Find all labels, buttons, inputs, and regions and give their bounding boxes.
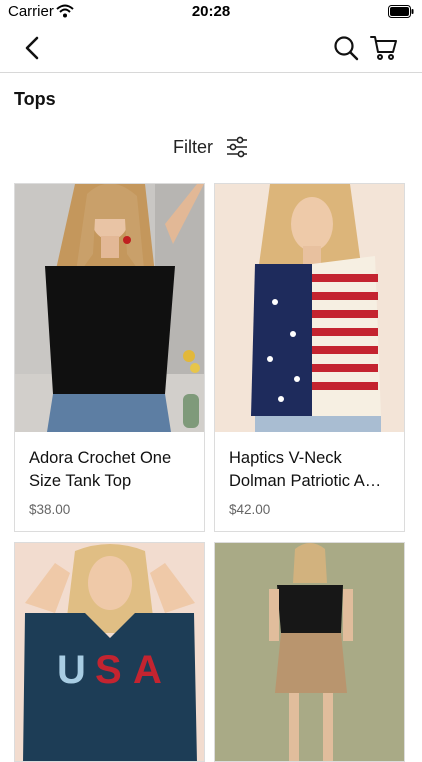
chevron-left-icon [25,36,39,60]
product-image [15,184,204,432]
product-price: $38.00 [29,502,71,517]
status-bar: Carrier 20:28 [0,0,422,24]
product-card[interactable]: U S A [14,542,205,762]
filter-button[interactable]: Filter [0,130,422,164]
svg-text:U: U [57,648,86,692]
filter-label: Filter [173,136,213,157]
product-card[interactable]: Adora Crochet One Size Tank Top $38.00 [14,183,205,532]
product-image: U S A [15,543,204,761]
product-price: $42.00 [229,502,271,517]
product-image [215,184,404,432]
clock-time: 20:28 [191,3,231,20]
page-title: Tops [14,89,56,109]
back-button[interactable] [16,32,48,64]
sliders-icon [227,136,247,158]
product-image [215,543,404,761]
svg-text:A: A [133,648,162,692]
product-card[interactable] [214,542,405,762]
product-card[interactable]: Haptics V-Neck Dolman Patriotic A… $42.0… [214,183,405,532]
battery-icon [388,5,414,23]
search-button[interactable] [330,32,362,64]
cart-icon [370,36,397,60]
cart-button[interactable] [368,32,400,64]
search-icon [334,36,359,61]
product-name: Haptics V-Neck Dolman Patriotic A… [229,449,382,490]
product-name: Adora Crochet One Size Tank Top [29,449,172,490]
svg-text:S: S [95,648,122,692]
navigation-bar [0,24,422,73]
